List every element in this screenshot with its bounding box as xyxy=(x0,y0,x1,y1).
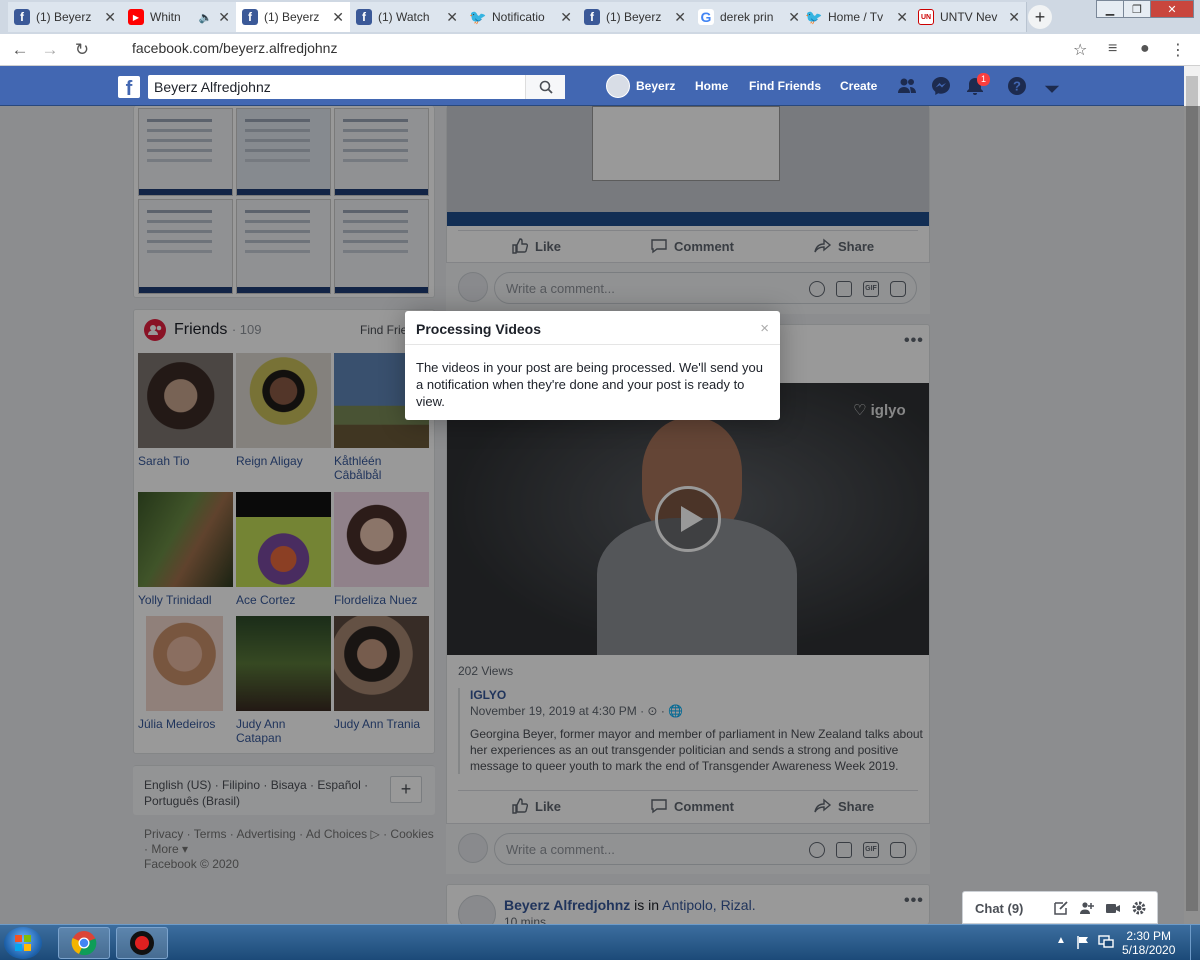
nav-create[interactable]: Create xyxy=(840,66,877,106)
svg-text:?: ? xyxy=(1013,79,1021,94)
help-icon[interactable]: ? xyxy=(1007,76,1027,96)
close-icon[interactable]: ✕ xyxy=(104,9,116,26)
show-hidden-icons[interactable]: ▲ xyxy=(1056,935,1072,949)
browser-tab[interactable]: UN UNTV Nev ✕ xyxy=(912,2,1027,32)
search-box xyxy=(148,75,565,99)
tab-title: (1) Beyerz xyxy=(606,10,662,24)
forward-arrow-icon[interactable]: → xyxy=(40,40,60,60)
gear-icon[interactable] xyxy=(1131,900,1147,916)
close-icon[interactable]: ✕ xyxy=(332,9,344,26)
address-bar: ← → ↻ facebook.com/beyerz.alfredjohnz ☆ … xyxy=(0,34,1200,90)
browser-tab[interactable]: f (1) Beyerz ✕ xyxy=(236,2,351,32)
window-controls: ▁ ❐ ✕ xyxy=(1096,0,1194,20)
chrome-icon xyxy=(71,931,97,956)
show-desktop-button[interactable] xyxy=(1190,925,1200,960)
caret-down-icon[interactable] xyxy=(1042,80,1062,100)
profile-link[interactable]: Beyerz xyxy=(606,66,675,106)
record-icon xyxy=(130,931,154,955)
modal-overlay[interactable] xyxy=(0,106,1200,924)
tab-title: derek prin xyxy=(720,10,774,24)
url-field[interactable]: facebook.com/beyerz.alfredjohnz xyxy=(132,40,337,56)
notification-badge: 1 xyxy=(977,73,990,86)
facebook-icon: f xyxy=(356,9,372,25)
start-button[interactable] xyxy=(4,927,42,959)
tab-title: Whitn xyxy=(150,10,181,24)
facebook-header: f Beyerz Home Find Friends Create ? xyxy=(0,66,1200,106)
dialog-header: Processing Videos × xyxy=(405,311,780,345)
facebook-icon: f xyxy=(242,9,258,25)
processing-videos-dialog: Processing Videos × The videos in your p… xyxy=(405,311,780,420)
chat-label: Chat (9) xyxy=(975,901,1024,916)
tab-title: (1) Beyerz xyxy=(36,10,92,24)
nav-label: Find Friends xyxy=(749,79,821,93)
search-button[interactable] xyxy=(525,75,565,99)
close-icon[interactable]: ✕ xyxy=(896,9,908,26)
close-icon[interactable]: ✕ xyxy=(674,9,686,26)
close-icon[interactable]: ✕ xyxy=(446,9,458,26)
action-center-flag-icon[interactable] xyxy=(1076,935,1092,949)
twitter-icon: 🐦 xyxy=(469,8,487,25)
chat-bar[interactable]: Chat (9) xyxy=(962,891,1158,924)
search-input[interactable] xyxy=(148,75,528,99)
nav-label: Create xyxy=(840,79,878,93)
tab-title: (1) Beyerz xyxy=(264,10,320,24)
close-icon[interactable]: ✕ xyxy=(788,9,800,26)
browser-tab[interactable]: f (1) Beyerz ✕ xyxy=(578,2,693,32)
recorder-taskbar-button[interactable] xyxy=(116,927,168,959)
avatar xyxy=(606,74,630,98)
clock-date: 5/18/2020 xyxy=(1122,943,1176,957)
back-arrow-icon[interactable]: ← xyxy=(10,40,30,60)
system-clock[interactable]: 2:30 PM 5/18/2020 xyxy=(1122,929,1175,957)
facebook-icon: f xyxy=(584,9,600,25)
browser-tab[interactable]: ▶ Whitn 🔈 ✕ xyxy=(122,2,237,32)
create-group-icon[interactable] xyxy=(1079,900,1095,916)
star-icon[interactable]: ☆ xyxy=(1073,40,1087,60)
speaker-icon[interactable]: 🔈 xyxy=(199,11,213,24)
close-icon[interactable]: × xyxy=(760,320,769,337)
browser-tab-strip: f (1) Beyerz ✕ ▶ Whitn 🔈 ✕ f (1) Beyerz … xyxy=(0,0,1200,34)
search-icon xyxy=(539,80,553,94)
restore-button[interactable]: ❐ xyxy=(1123,0,1151,18)
close-icon[interactable]: ✕ xyxy=(560,9,572,26)
browser-tab[interactable]: 🐦 Home / Tv ✕ xyxy=(800,2,915,32)
nav-home[interactable]: Home xyxy=(695,66,728,106)
facebook-icon: f xyxy=(14,9,30,25)
youtube-icon: ▶ xyxy=(128,9,144,25)
media-queue-icon[interactable]: ≡ xyxy=(1108,40,1117,58)
google-icon: G xyxy=(698,9,714,25)
windows-taskbar: ▲ 2:30 PM 5/18/2020 xyxy=(0,924,1200,960)
dialog-message: The videos in your post are being proces… xyxy=(416,360,763,409)
compose-icon[interactable] xyxy=(1053,900,1069,916)
minimize-button[interactable]: ▁ xyxy=(1096,0,1124,18)
close-window-button[interactable]: ✕ xyxy=(1150,0,1194,18)
profile-icon[interactable]: ● xyxy=(1140,40,1150,58)
profile-name: Beyerz xyxy=(636,79,676,93)
reload-icon[interactable]: ↻ xyxy=(72,40,92,60)
tab-title: Home / Tv xyxy=(828,10,884,24)
chrome-taskbar-button[interactable] xyxy=(58,927,110,959)
clock-time: 2:30 PM xyxy=(1126,929,1172,943)
browser-tab[interactable]: 🐦 Notificatio ✕ xyxy=(464,2,579,32)
video-call-icon[interactable] xyxy=(1105,900,1121,916)
browser-tab[interactable]: f (1) Beyerz ✕ xyxy=(8,2,123,32)
menu-icon[interactable]: ⋮ xyxy=(1170,40,1186,60)
browser-tab[interactable]: G derek prin ✕ xyxy=(692,2,807,32)
dialog-title: Processing Videos xyxy=(416,321,542,337)
browser-tab[interactable]: f (1) Watch ✕ xyxy=(350,2,465,32)
twitter-icon: 🐦 xyxy=(805,8,823,25)
network-icon[interactable] xyxy=(1098,935,1114,949)
tab-title: (1) Watch xyxy=(378,10,430,24)
facebook-logo[interactable]: f xyxy=(118,76,140,98)
windows-logo-icon xyxy=(15,935,31,951)
nav-find-friends[interactable]: Find Friends xyxy=(749,66,821,106)
new-tab-button[interactable]: + xyxy=(1028,5,1052,29)
messenger-icon[interactable] xyxy=(931,76,951,96)
close-icon[interactable]: ✕ xyxy=(1008,9,1020,26)
friend-requests-icon[interactable] xyxy=(897,76,917,96)
close-icon[interactable]: ✕ xyxy=(218,9,230,26)
untv-icon: UN xyxy=(918,9,934,25)
nav-label: Home xyxy=(695,79,729,93)
tab-title: UNTV Nev xyxy=(940,10,998,24)
tab-title: Notificatio xyxy=(492,10,545,24)
